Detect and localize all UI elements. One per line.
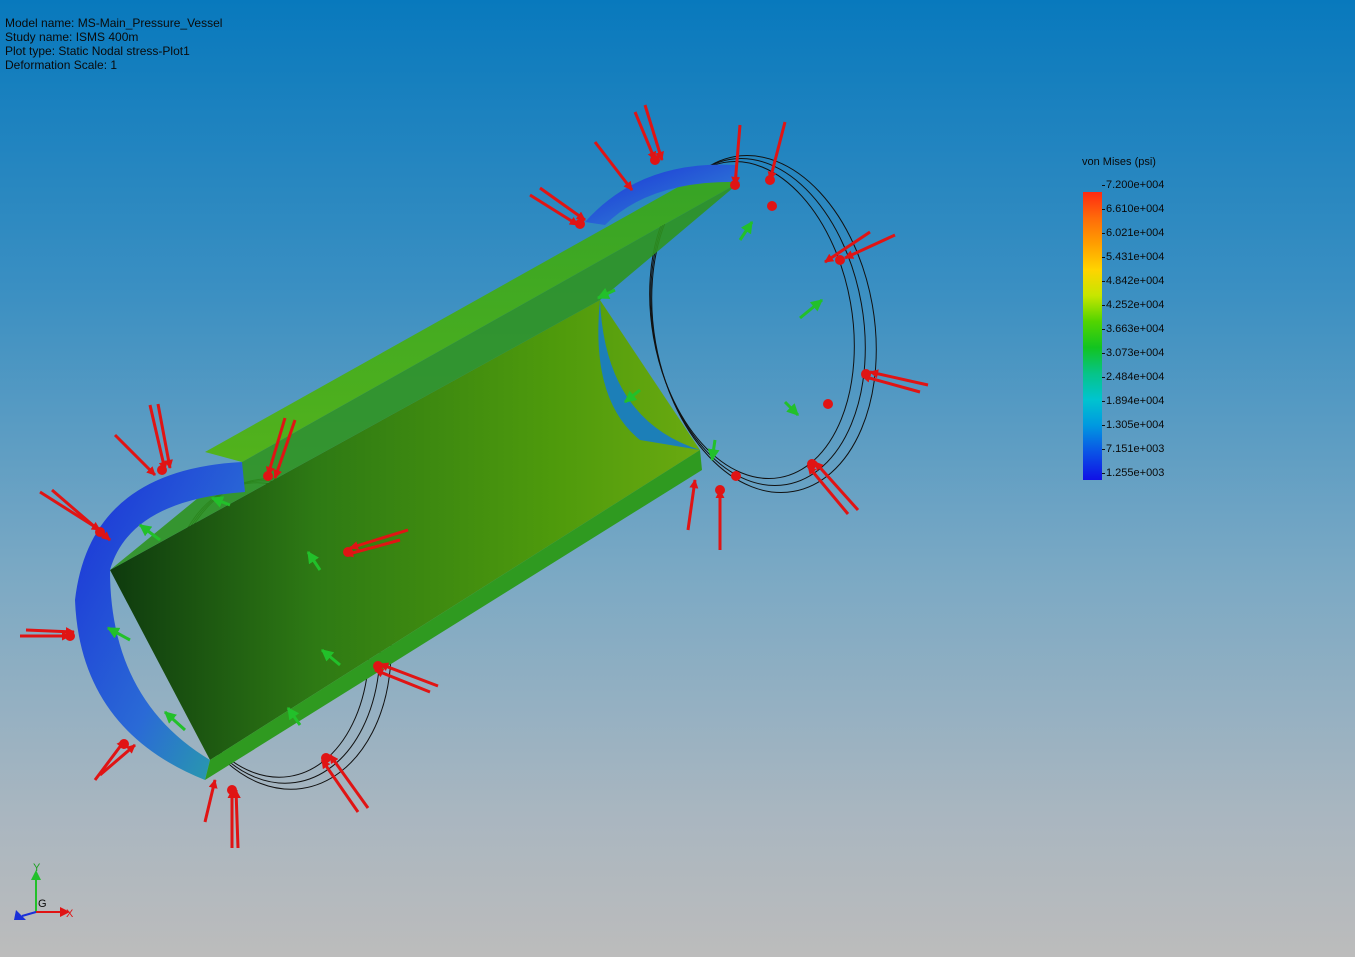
load-arrow	[25, 627, 75, 637]
triad-x-label: X	[66, 908, 74, 920]
fixture-arrow	[799, 298, 823, 320]
legend-tick: 1.894e+004	[1101, 395, 1165, 407]
load-arrow	[643, 104, 664, 161]
legend-color-bar	[1083, 192, 1102, 480]
load-arrow	[203, 779, 218, 823]
load-arrow	[686, 479, 699, 531]
load-arrow	[593, 141, 634, 191]
coordinate-triad: Y X G	[14, 862, 74, 920]
triad-origin-label: G	[38, 898, 47, 910]
legend-title: von Mises (psi)	[1082, 156, 1156, 168]
fixture-arrow	[738, 221, 754, 241]
load-arrow	[231, 789, 241, 849]
legend-tick: 5.431e+004	[1101, 251, 1165, 263]
load-arrow	[633, 111, 657, 161]
legend-tick: 7.200e+004	[1101, 179, 1165, 191]
legend-tick: 3.073e+004	[1101, 347, 1165, 359]
fixture-arrow	[707, 439, 720, 462]
pressure-vessel-model[interactable]	[75, 164, 740, 780]
triad-y-label: Y	[33, 862, 41, 874]
fixture-arrow	[163, 710, 187, 732]
load-arrow	[869, 369, 929, 387]
load-arrow	[861, 373, 921, 394]
legend-tick: 4.842e+004	[1101, 275, 1165, 287]
load-arrow	[844, 233, 896, 260]
fixture-arrow	[783, 400, 800, 417]
load-arrow	[113, 433, 157, 477]
load-arrow	[148, 404, 168, 471]
stress-legend[interactable]: von Mises (psi) 7.200e+004 6.610e+004 6.…	[1082, 155, 1202, 490]
legend-tick: 3.663e+004	[1101, 323, 1165, 335]
legend-tick: 1.255e+003	[1101, 467, 1165, 479]
load-arrow	[156, 403, 173, 469]
legend-tick: 1.305e+004	[1101, 419, 1165, 431]
legend-tick: 7.151e+003	[1101, 443, 1165, 455]
legend-tick: 6.021e+004	[1101, 227, 1165, 239]
legend-tick: 2.484e+004	[1101, 371, 1165, 383]
load-arrow	[813, 460, 860, 512]
legend-tick: 6.610e+004	[1101, 203, 1165, 215]
legend-tick: 4.252e+004	[1101, 299, 1165, 311]
